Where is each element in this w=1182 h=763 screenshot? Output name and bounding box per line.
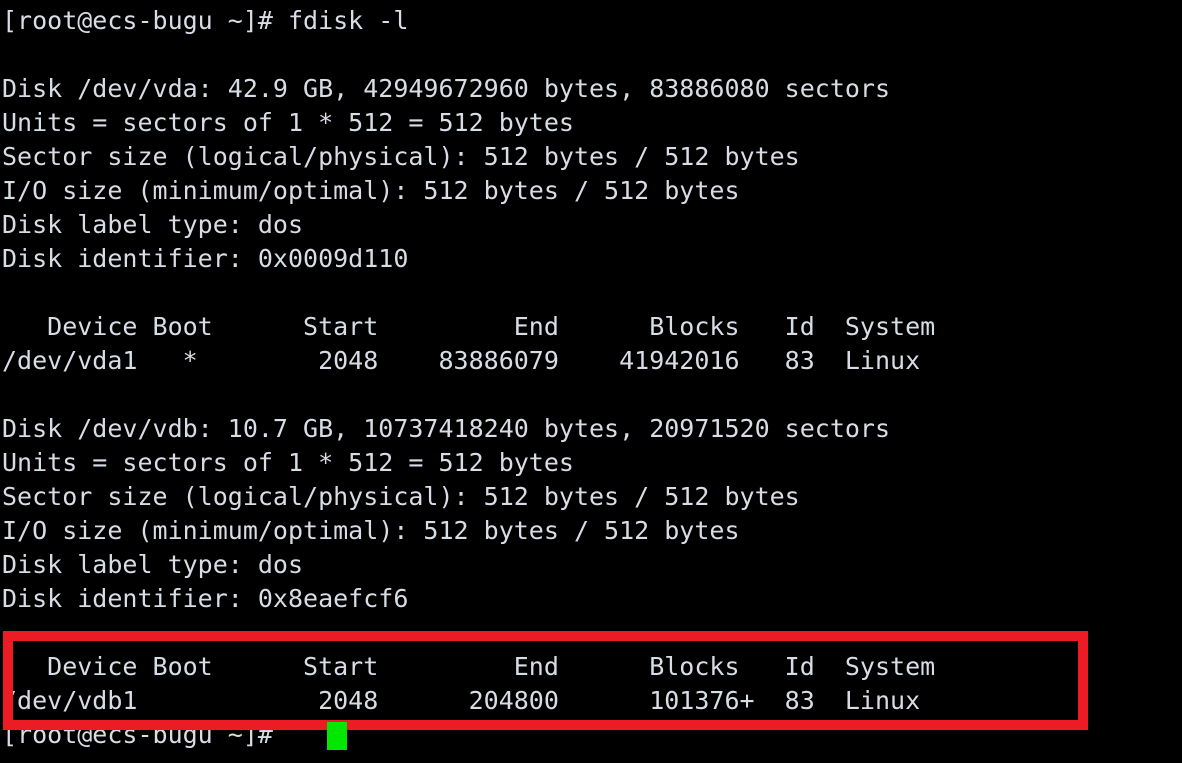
disk-vdb-io-size: I/O size (minimum/optimal): 512 bytes / … [2,516,740,545]
disk-vda-label-type: Disk label type: dos [2,210,304,239]
terminal-line-final-prompt: [root@ecs-bugu ~]# [2,720,288,749]
terminal-screen[interactable]: [root@ecs-bugu ~]# [root@ecs-bugu ~]# fd… [0,0,1182,752]
block-cursor [327,722,347,750]
disk-vda-identifier: Disk identifier: 0x0009d110 [2,244,409,273]
table-row-vdb1: /dev/vdb1 2048 204800 101376+ 83 Linux [2,686,921,715]
terminal-window[interactable]: [root@ecs-bugu ~]# [root@ecs-bugu ~]# fd… [0,0,1182,763]
terminal-line-command: [root@ecs-bugu ~]# fdisk -l [2,6,409,35]
table-row-vda1: /dev/vda1 * 2048 83886079 41942016 83 Li… [2,346,921,375]
disk-vda-io-size: I/O size (minimum/optimal): 512 bytes / … [2,176,740,205]
disk-vdb-label-type: Disk label type: dos [2,550,304,579]
disk-vdb-units: Units = sectors of 1 * 512 = 512 bytes [2,448,574,477]
disk-vdb-identifier: Disk identifier: 0x8eaefcf6 [2,584,409,613]
disk-vda-units: Units = sectors of 1 * 512 = 512 bytes [2,108,574,137]
disk-vda-sector-size: Sector size (logical/physical): 512 byte… [2,142,800,171]
disk-vdb-summary: Disk /dev/vdb: 10.7 GB, 10737418240 byte… [2,414,891,443]
partition-table-header-vdb: Device Boot Start End Blocks Id System [2,652,936,681]
disk-vda-summary: Disk /dev/vda: 42.9 GB, 42949672960 byte… [2,74,891,103]
partition-table-header-vda: Device Boot Start End Blocks Id System [2,312,936,341]
disk-vdb-sector-size: Sector size (logical/physical): 512 byte… [2,482,800,511]
